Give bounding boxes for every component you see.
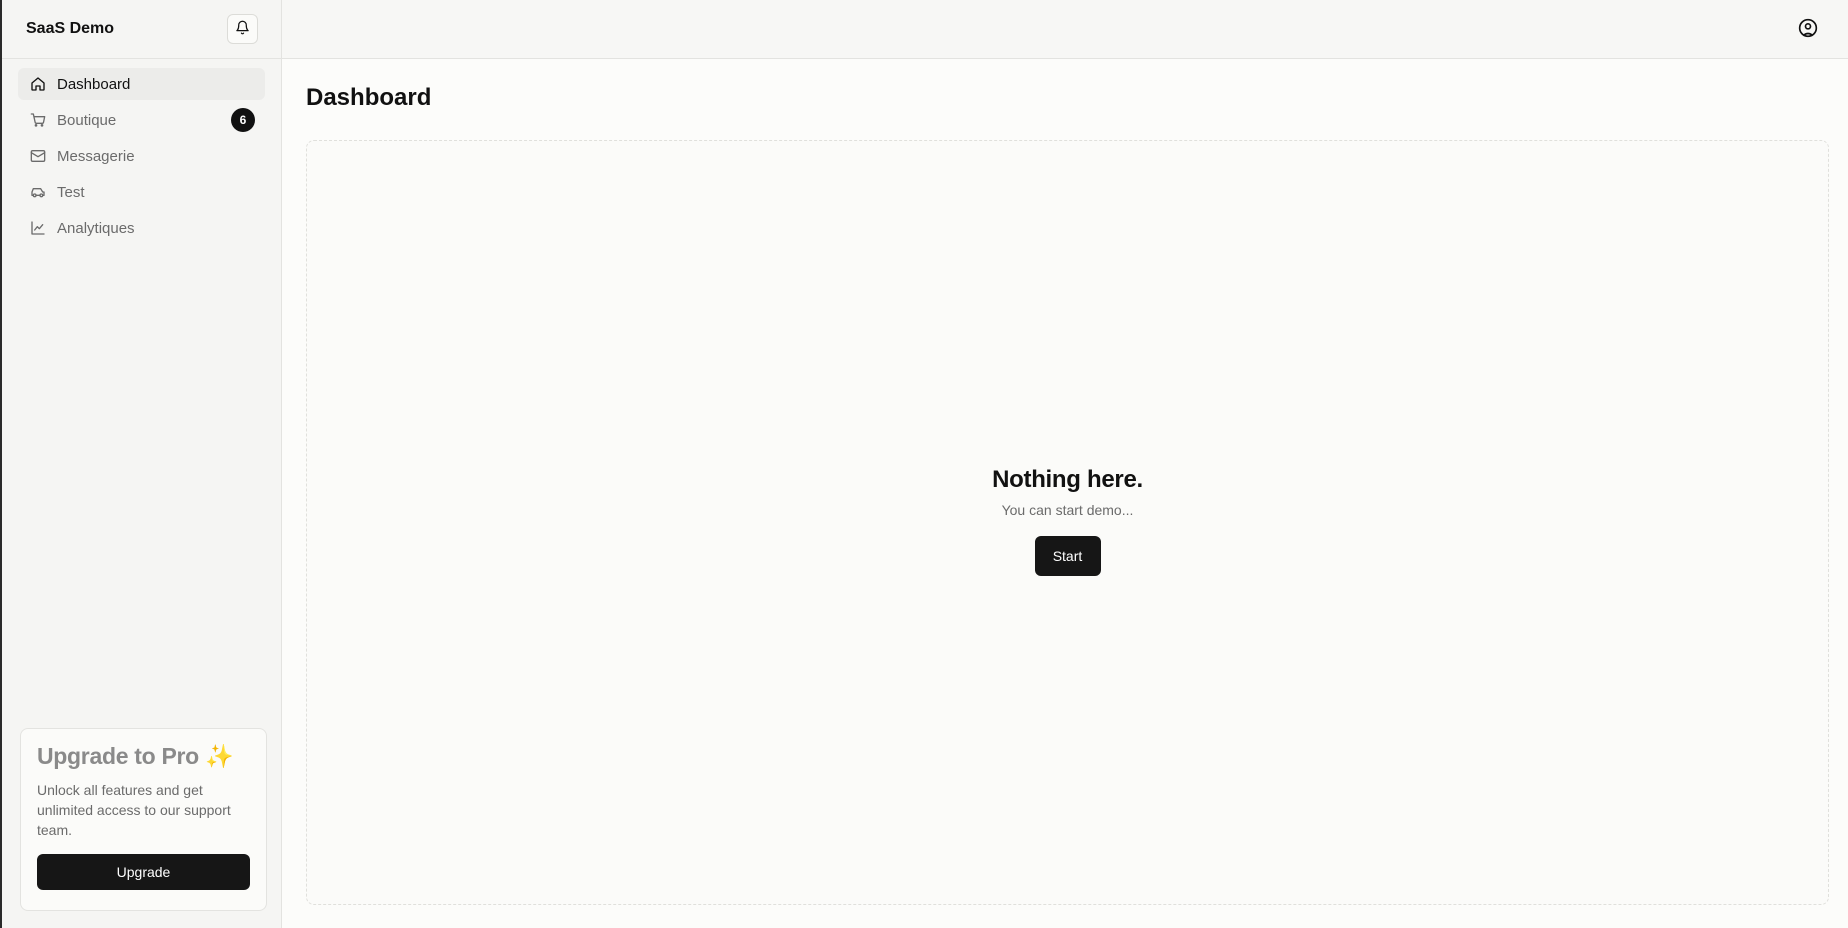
sidebar-item-analytiques[interactable]: Analytiques: [18, 212, 265, 244]
upgrade-title-text: Upgrade to Pro: [37, 743, 199, 769]
bell-icon: [235, 20, 250, 38]
start-button[interactable]: Start: [1034, 536, 1101, 576]
sidebar-header: SaaS Demo: [2, 0, 281, 59]
empty-state: Nothing here. You can start demo... Star…: [307, 466, 1828, 576]
empty-state-title: Nothing here.: [992, 466, 1143, 493]
sidebar-item-messagerie[interactable]: Messagerie: [18, 140, 265, 172]
car-icon: [30, 184, 46, 200]
sparkles-icon: ✨: [205, 743, 234, 769]
sidebar-item-label: Dashboard: [57, 75, 131, 93]
user-circle-icon: [1798, 18, 1818, 41]
sidebar-item-test[interactable]: Test: [18, 176, 265, 208]
home-icon: [30, 76, 46, 92]
upgrade-description: Unlock all features and get unlimited ac…: [37, 782, 231, 838]
empty-state-panel: Nothing here. You can start demo... Star…: [306, 140, 1829, 905]
sidebar-item-label: Test: [57, 183, 85, 201]
sidebar-nav: Dashboard Boutique 6 Messagerie Test Ana…: [2, 59, 281, 244]
upgrade-title: Upgrade to Pro ✨: [37, 743, 250, 770]
brand-name: SaaS Demo: [26, 20, 115, 37]
app-window: SaaS Demo Dashboard Boutique 6 Messageri…: [0, 0, 1848, 928]
user-menu-button[interactable]: [1797, 18, 1819, 40]
sidebar-item-boutique[interactable]: Boutique 6: [18, 104, 265, 136]
upgrade-button[interactable]: Upgrade: [37, 854, 250, 890]
sidebar-item-label: Boutique: [57, 111, 117, 129]
upgrade-card: Upgrade to Pro ✨ Unlock all features and…: [20, 728, 267, 911]
sidebar: SaaS Demo Dashboard Boutique 6 Messageri…: [0, 0, 282, 928]
sidebar-item-dashboard[interactable]: Dashboard: [18, 68, 265, 100]
sidebar-item-label: Messagerie: [57, 147, 135, 165]
cart-icon: [30, 112, 46, 128]
empty-state-subtitle: You can start demo...: [1001, 502, 1134, 518]
chart-line-icon: [30, 220, 46, 236]
sidebar-item-label: Analytiques: [57, 219, 135, 237]
top-bar: [282, 0, 1848, 59]
main-content: Dashboard Nothing here. You can start de…: [282, 60, 1848, 928]
notifications-button[interactable]: [227, 14, 258, 44]
page-title: Dashboard: [306, 84, 432, 111]
notification-count-badge: 6: [231, 108, 255, 132]
mail-icon: [30, 148, 46, 164]
